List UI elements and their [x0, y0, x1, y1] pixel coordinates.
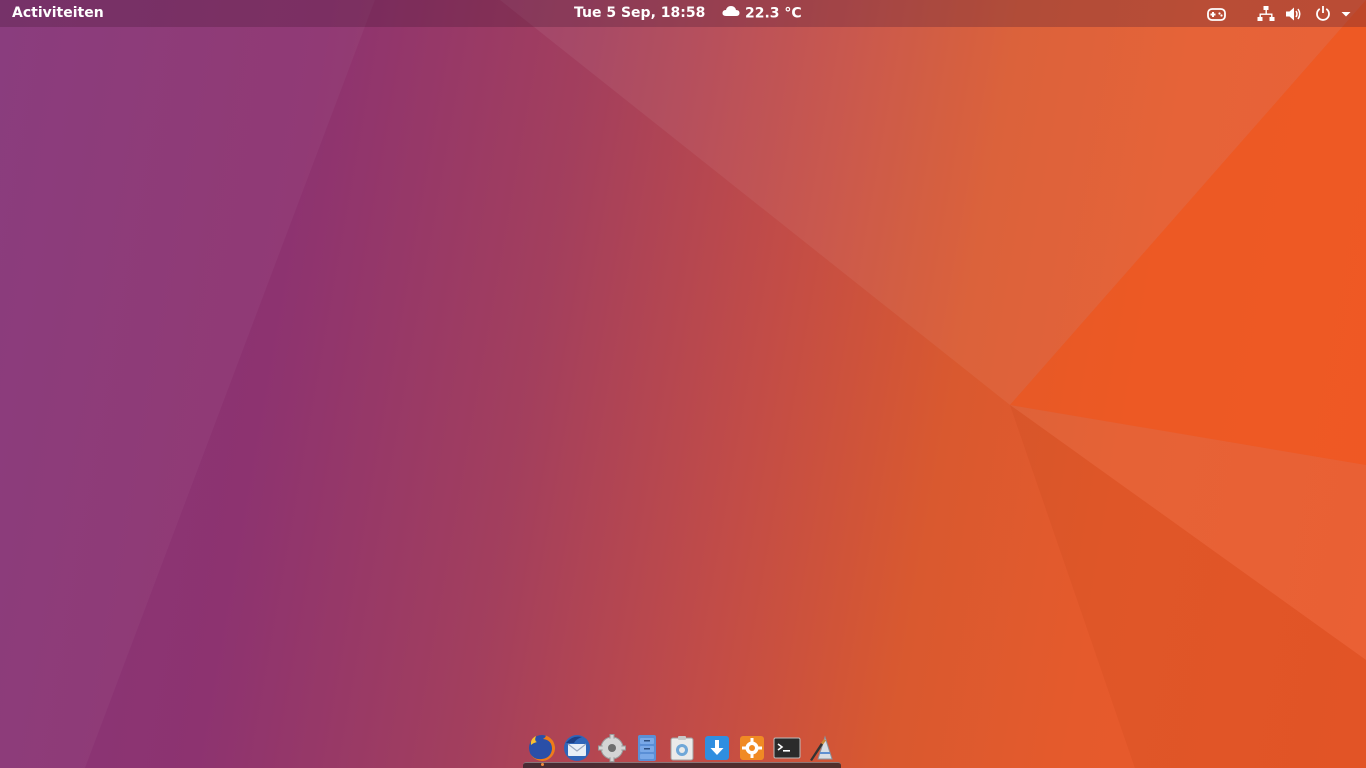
downloader-icon[interactable] — [702, 733, 732, 763]
terminal-icon[interactable] — [772, 733, 802, 763]
firefox-icon[interactable] — [527, 733, 557, 763]
cloud-icon — [722, 0, 740, 27]
volume-icon[interactable] — [1285, 5, 1303, 23]
screenshot-icon[interactable] — [667, 733, 697, 763]
activities-button[interactable]: Activiteiten — [12, 0, 104, 27]
network-icon[interactable] — [1257, 5, 1275, 23]
settings-icon[interactable] — [597, 733, 627, 763]
system-menu-arrow-icon[interactable] — [1340, 5, 1358, 23]
weather-indicator[interactable]: 22.3 °C — [722, 0, 802, 27]
desktop-wallpaper: Activiteiten Tue 5 Sep, 18:58 22.3 °C — [0, 0, 1366, 768]
weather-temperature: 22.3 °C — [745, 5, 802, 22]
firefox-running-indicator — [541, 763, 544, 766]
top-panel: Activiteiten Tue 5 Sep, 18:58 22.3 °C — [0, 0, 1366, 27]
clock-date-menu[interactable]: Tue 5 Sep, 18:58 — [574, 0, 705, 27]
software-updater-icon[interactable] — [737, 733, 767, 763]
wallpaper-shapes — [500, 0, 1366, 768]
text-editor-icon[interactable] — [807, 733, 837, 763]
file-manager-icon[interactable] — [632, 733, 662, 763]
power-icon[interactable] — [1314, 5, 1332, 23]
thunderbird-icon[interactable] — [562, 733, 592, 763]
gamepad-indicator-icon[interactable] — [1207, 5, 1226, 23]
dock — [523, 729, 841, 768]
